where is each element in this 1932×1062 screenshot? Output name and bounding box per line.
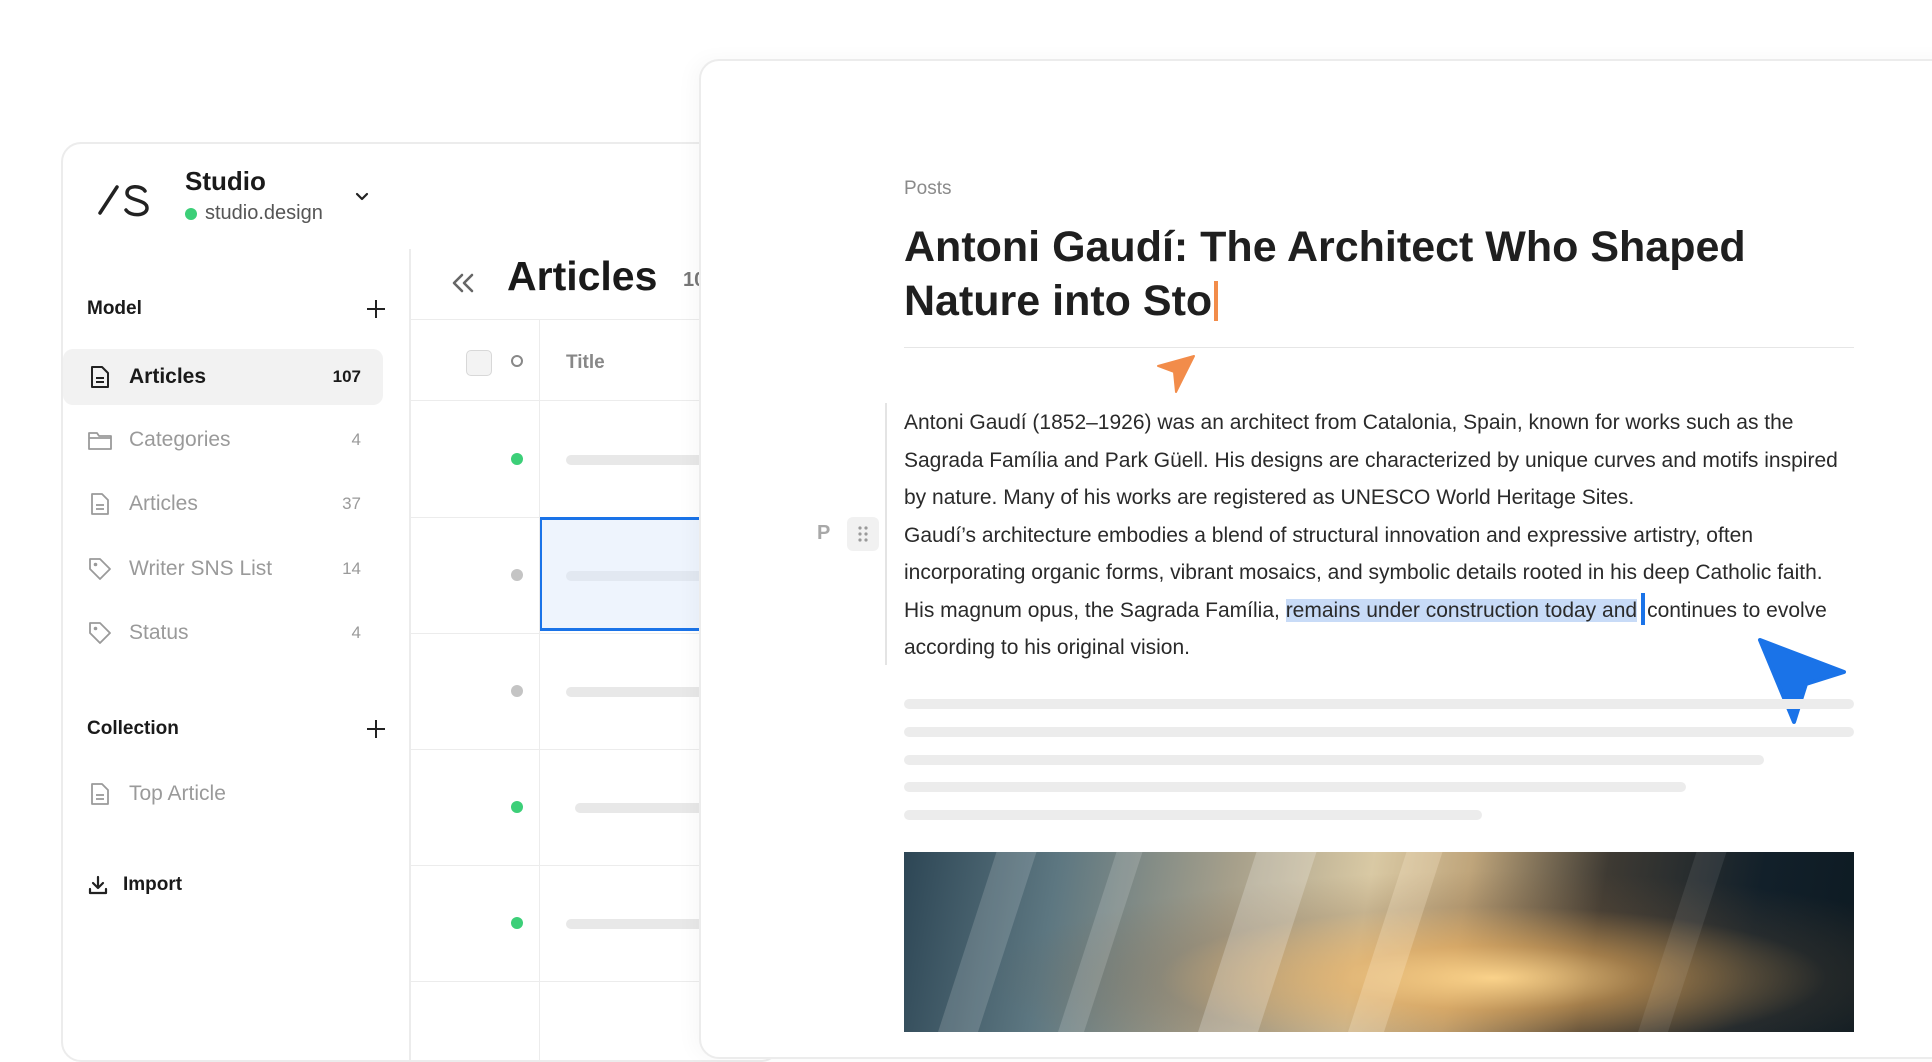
selected-text[interactable]: remains under construction today and	[1285, 598, 1638, 622]
cms-panel: Studio studio.design Model Articles 107	[61, 142, 781, 1062]
status-dot	[511, 453, 523, 465]
status-column-icon	[511, 355, 523, 367]
sidebar-item-writer-sns-list[interactable]: Writer SNS List 14	[63, 541, 383, 597]
pointer-cursor-icon	[1758, 638, 1846, 724]
sidebar-item-label: Writer SNS List	[129, 557, 273, 580]
column-divider	[539, 319, 540, 1060]
article-hero-image[interactable]	[904, 852, 1854, 1032]
drag-handle-icon[interactable]	[847, 517, 879, 551]
select-all-checkbox[interactable]	[466, 350, 492, 376]
post-title-text[interactable]: Antoni Gaudí: The Architect Who Shaped N…	[904, 223, 1746, 325]
breadcrumb[interactable]: Posts	[904, 178, 952, 200]
content-placeholder	[904, 782, 1686, 792]
download-icon	[88, 875, 108, 895]
sidebar-item-label: Categories	[129, 428, 231, 451]
post-title[interactable]: Antoni Gaudí: The Architect Who Shaped N…	[904, 220, 1804, 328]
status-dot	[511, 685, 523, 697]
add-collection-button[interactable]	[365, 718, 387, 740]
chevron-down-icon[interactable]	[353, 188, 371, 206]
content-placeholder	[904, 755, 1764, 765]
sidebar-item-label: Articles	[129, 365, 207, 388]
document-icon	[87, 781, 113, 807]
project-switcher[interactable]: Studio studio.design	[63, 144, 411, 249]
online-status-dot	[185, 207, 197, 220]
collaborator-cursor-icon	[1157, 355, 1195, 393]
sidebar-item-label: Status	[129, 621, 189, 644]
sidebar-item-top-article[interactable]: Top Article	[63, 766, 383, 822]
paragraph[interactable]: Gaudí’s architecture embodies a blend of…	[904, 517, 1854, 667]
image-detail	[1185, 852, 1323, 1032]
sidebar-item-label: Top Article	[129, 782, 226, 805]
paragraph-guide	[885, 403, 887, 665]
image-detail	[1625, 852, 1733, 1032]
column-header-title[interactable]: Title	[566, 352, 605, 374]
sidebar-item-count: 4	[351, 430, 361, 449]
title-divider	[904, 347, 1854, 348]
paragraph[interactable]: Antoni Gaudí (1852–1926) was an architec…	[904, 404, 1854, 517]
sidebar-item-count: 4	[351, 623, 361, 642]
article-body[interactable]: Antoni Gaudí (1852–1926) was an architec…	[904, 404, 1854, 667]
text-caret	[1641, 592, 1646, 625]
sidebar-item-count: 37	[342, 494, 361, 513]
add-model-button[interactable]	[365, 298, 387, 320]
tag-icon	[87, 620, 113, 646]
sidebar-item-count: 107	[332, 367, 361, 386]
collection-section-header: Collection	[87, 714, 387, 744]
collaborator-caret	[1214, 281, 1219, 321]
status-dot	[511, 801, 523, 813]
model-section-title: Model	[87, 298, 142, 319]
content-placeholder	[904, 810, 1482, 820]
sidebar-item-status[interactable]: Status 4	[63, 605, 383, 661]
sidebar-item-articles[interactable]: Articles 107	[63, 349, 383, 405]
tag-icon	[87, 556, 113, 582]
content-placeholder	[904, 727, 1854, 737]
document-icon	[87, 491, 113, 517]
image-detail	[925, 852, 1043, 1032]
sidebar-item-label: Articles	[129, 492, 198, 515]
folder-icon	[87, 427, 113, 453]
import-button[interactable]: Import	[87, 874, 182, 896]
sidebar-item-articles-2[interactable]: Articles 37	[63, 476, 383, 532]
content-placeholder	[904, 699, 1854, 709]
status-dot	[511, 917, 523, 929]
collapse-sidebar-icon[interactable]	[449, 269, 477, 297]
project-name: Studio	[185, 166, 266, 196]
import-label: Import	[123, 874, 183, 895]
collection-section-title: Collection	[87, 718, 179, 739]
studio-logo-icon	[98, 185, 149, 217]
status-dot	[511, 569, 523, 581]
project-domain-row: studio.design	[185, 202, 323, 225]
image-detail	[1335, 852, 1449, 1032]
project-domain: studio.design	[205, 202, 323, 224]
sidebar-item-categories[interactable]: Categories 4	[63, 412, 383, 468]
image-detail	[1045, 852, 1149, 1032]
page-title: Articles	[507, 253, 658, 299]
sidebar-item-count: 14	[342, 559, 361, 578]
sidebar: Studio studio.design Model Articles 107	[63, 144, 411, 1060]
model-section-header: Model	[87, 294, 387, 324]
block-type-label: P	[817, 522, 831, 544]
document-icon	[87, 364, 113, 390]
